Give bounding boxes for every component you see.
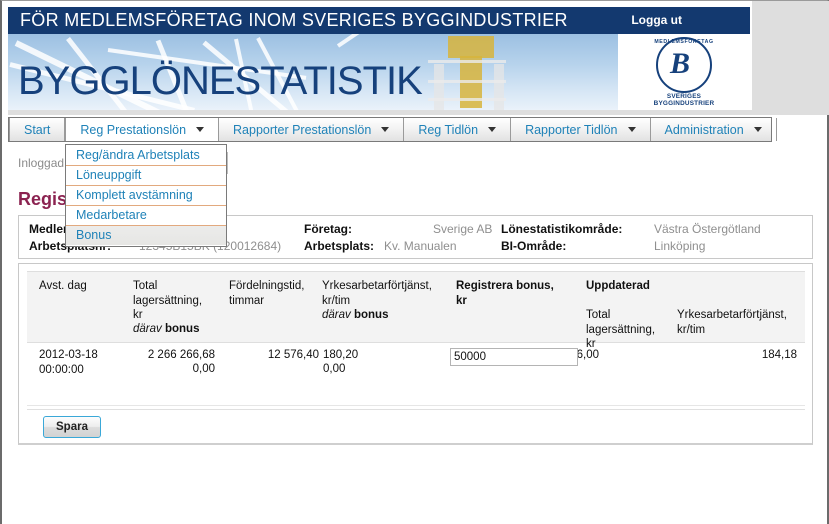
cell-yrkesarbetarfortjanst: 180,20 [323,349,359,361]
nav-item-label: Rapporter Tidlön [525,122,618,137]
chevron-down-icon [753,127,762,132]
th-fordelningstid: Fördelningstid, timmar [229,280,305,307]
th-total-lagersattning-sub: därav bonus [133,322,199,337]
banner-headline: FÖR MEDLEMSFÖRETAG INOM SVERIGES BYGGIND… [20,10,568,30]
save-button[interactable]: Spara [43,416,101,438]
th-registrera-bonus: Registrera bonus, kr [456,280,554,307]
info-label-arbetsplats: Arbetsplats: [304,239,375,253]
info-value-bi-omrade: Linköping [654,239,706,253]
chevron-down-icon [381,127,390,132]
logout-link[interactable]: Logga ut [631,13,682,27]
chevron-down-icon [488,127,497,132]
info-label-lonestatistikomrade: Lönestatistikområde: [501,222,623,236]
table-header-row: Avst. dag Total lagersättning, kr därav … [27,271,805,350]
nav-item-label: Reg Prestationslön [80,122,187,137]
application-page: BYGGLÖNESTATISTIK MEDLEMSFÖRETAG B SVERI… [0,0,829,524]
site-banner: BYGGLÖNESTATISTIK MEDLEMSFÖRETAG B SVERI… [8,7,750,110]
product-title: BYGGLÖNESTATISTIK [18,59,423,103]
nav-item-label: Reg Tidlön [418,122,479,137]
dropdown-item-reg-ndra-arbetsplats[interactable]: Reg/ändra Arbetsplats [66,146,226,166]
reg-prestationslon-dropdown-menu: Reg/ändra Arbetsplats Löneuppgift Komplett… [65,144,227,247]
cell-uppdaterad-yrkes: 184,18 [761,349,797,361]
info-value-arbetsplats: Kv. Manualen [384,239,457,253]
info-label-foretag: Företag: [304,222,352,236]
nav-item-start[interactable]: Start [9,118,66,141]
nav-item-rapporter-prestationsl-n[interactable]: Rapporter Prestationslön [219,118,405,141]
bonus-registration-card: Avst. dag Total lagersättning, kr därav … [18,263,813,445]
th-avst-dag: Avst. dag [39,280,87,292]
info-value-lonestatistikomrade: Västra Östergötland [654,222,761,236]
table-row: 2012-03-18 00:00:00 2 266 266,68 0,00 12… [27,344,805,406]
th-uppdaterad-yrkes: Yrkesarbetarförtjänst, kr/tim [677,309,787,336]
cell-total-lagersattning: 2 266 266,68 [147,349,215,361]
logo-line-2: BYGGINDUSTRIER [653,100,715,107]
nav-item-label: Administration [664,122,744,137]
info-value-foretag: Sverige AB [433,222,493,236]
nav-item-rapporter-tidl-n[interactable]: Rapporter Tidlön [511,118,651,141]
chevron-down-icon [196,127,205,132]
logged-in-text: Inloggad [18,156,65,170]
cell-avst-dag: 2012-03-18 00:00:00 [39,349,98,376]
card-divider [27,409,805,410]
cell-fordelningstid: 12 576,40 [267,349,319,361]
banner-top-strip: FÖR MEDLEMSFÖRETAG INOM SVERIGES BYGGIND… [8,7,750,34]
dropdown-item-komplett-avst-mning[interactable]: Komplett avstämning [66,186,226,206]
nav-item-administration[interactable]: Administration [651,118,777,141]
sveriges-byggindustrier-logo: MEDLEMSFÖRETAG B SVERIGES BYGGINDUSTRIER [618,34,750,110]
nav-item-reg-tidl-n[interactable]: Reg Tidlön [404,118,512,141]
dropdown-item-bonus[interactable]: Bonus [66,226,226,245]
registrera-bonus-input[interactable] [450,348,578,366]
th-total-lagersattning: Total lagersättning, kr [133,280,203,321]
page-right-gutter [752,1,829,113]
chevron-down-icon [627,127,636,132]
nav-item-label: Rapporter Prestationslön [233,122,372,137]
dropdown-item-medarbetare[interactable]: Medarbetare [66,206,226,226]
th-total-sub-bold: bonus [164,323,200,335]
info-label-bi-omrade: BI-Område: [501,239,567,253]
nav-item-label: Start [24,122,51,137]
cell-total-lagersattning-bonus: 0,00 [192,363,215,375]
th-yrkes-sub: därav bonus [322,308,388,323]
th-yrkes-sub-bold: bonus [353,309,389,321]
header-divider [227,152,228,174]
main-navigation: Start Reg Prestationslön Rapporter Prestat… [8,117,777,142]
th-yrkesarbetarfortjanst: Yrkesarbetarförtjänst, kr/tim [322,280,432,307]
cell-yrkesarbetarfortjanst-bonus: 0,00 [323,363,346,375]
th-yrkes-sub-italic: därav [322,309,351,321]
nav-item-reg-prestationsl-n[interactable]: Reg Prestationslön [65,118,220,141]
th-total-sub-italic: därav [133,323,162,335]
th-uppdaterad: Uppdaterad [586,280,650,292]
logo-letter: B [670,47,691,80]
banner-bottom-gutter [8,110,829,115]
logo-line-1: SVERIGES [666,93,702,100]
dropdown-item-l-neuppgift[interactable]: Löneuppgift [66,166,226,186]
